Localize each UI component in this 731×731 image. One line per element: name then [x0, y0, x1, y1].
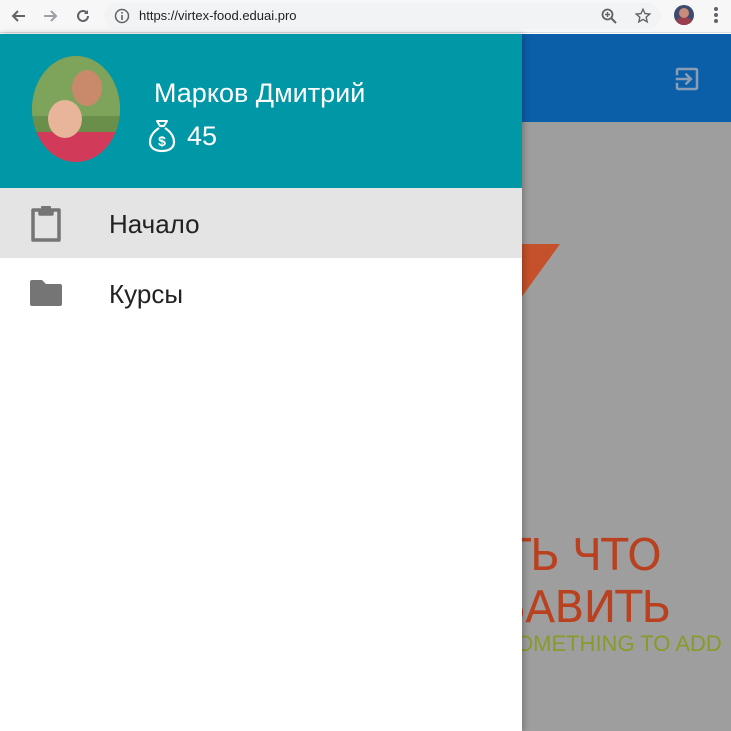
profile-avatar[interactable]: [674, 5, 694, 25]
menu-item-label: Начало: [109, 209, 200, 239]
reload-button[interactable]: [71, 5, 95, 27]
back-button[interactable]: [6, 5, 30, 27]
reload-icon: [77, 9, 89, 22]
clipboard-icon: [28, 205, 64, 242]
address-bar[interactable]: https://virtex-food.eduai.pro: [104, 3, 661, 29]
svg-text:$: $: [158, 133, 166, 149]
arrow-right-icon: [44, 10, 58, 22]
menu-item-label: Курсы: [109, 279, 184, 309]
menu-item-courses[interactable]: Курсы: [0, 258, 522, 328]
info-icon[interactable]: [114, 8, 130, 29]
navigation-drawer: Марков Дмитрий $ 45 Начало Курсы: [0, 34, 522, 731]
logout-icon[interactable]: [672, 64, 702, 99]
money-bag-icon: $: [146, 118, 178, 159]
user-name: Марков Дмитрий: [154, 78, 366, 108]
user-avatar[interactable]: [32, 56, 120, 162]
promo-subheading: OMETHING TO ADD: [516, 631, 722, 656]
zoom-icon[interactable]: [600, 7, 618, 30]
browser-toolbar: https://virtex-food.eduai.pro: [0, 0, 731, 33]
coin-balance: 45: [187, 121, 218, 151]
star-icon[interactable]: [634, 7, 652, 30]
promo-heading-line1: ТЬ ЧТО: [504, 530, 662, 581]
promo-heading-line2: БАВИТЬ: [496, 582, 671, 633]
arrow-left-icon: [11, 10, 25, 22]
drawer-header: Марков Дмитрий $ 45: [0, 34, 522, 188]
url-text[interactable]: https://virtex-food.eduai.pro: [139, 8, 297, 23]
more-vert-icon[interactable]: [708, 5, 724, 30]
folder-icon: [28, 275, 64, 311]
menu-item-home[interactable]: Начало: [0, 188, 522, 258]
forward-button[interactable]: [39, 5, 63, 27]
